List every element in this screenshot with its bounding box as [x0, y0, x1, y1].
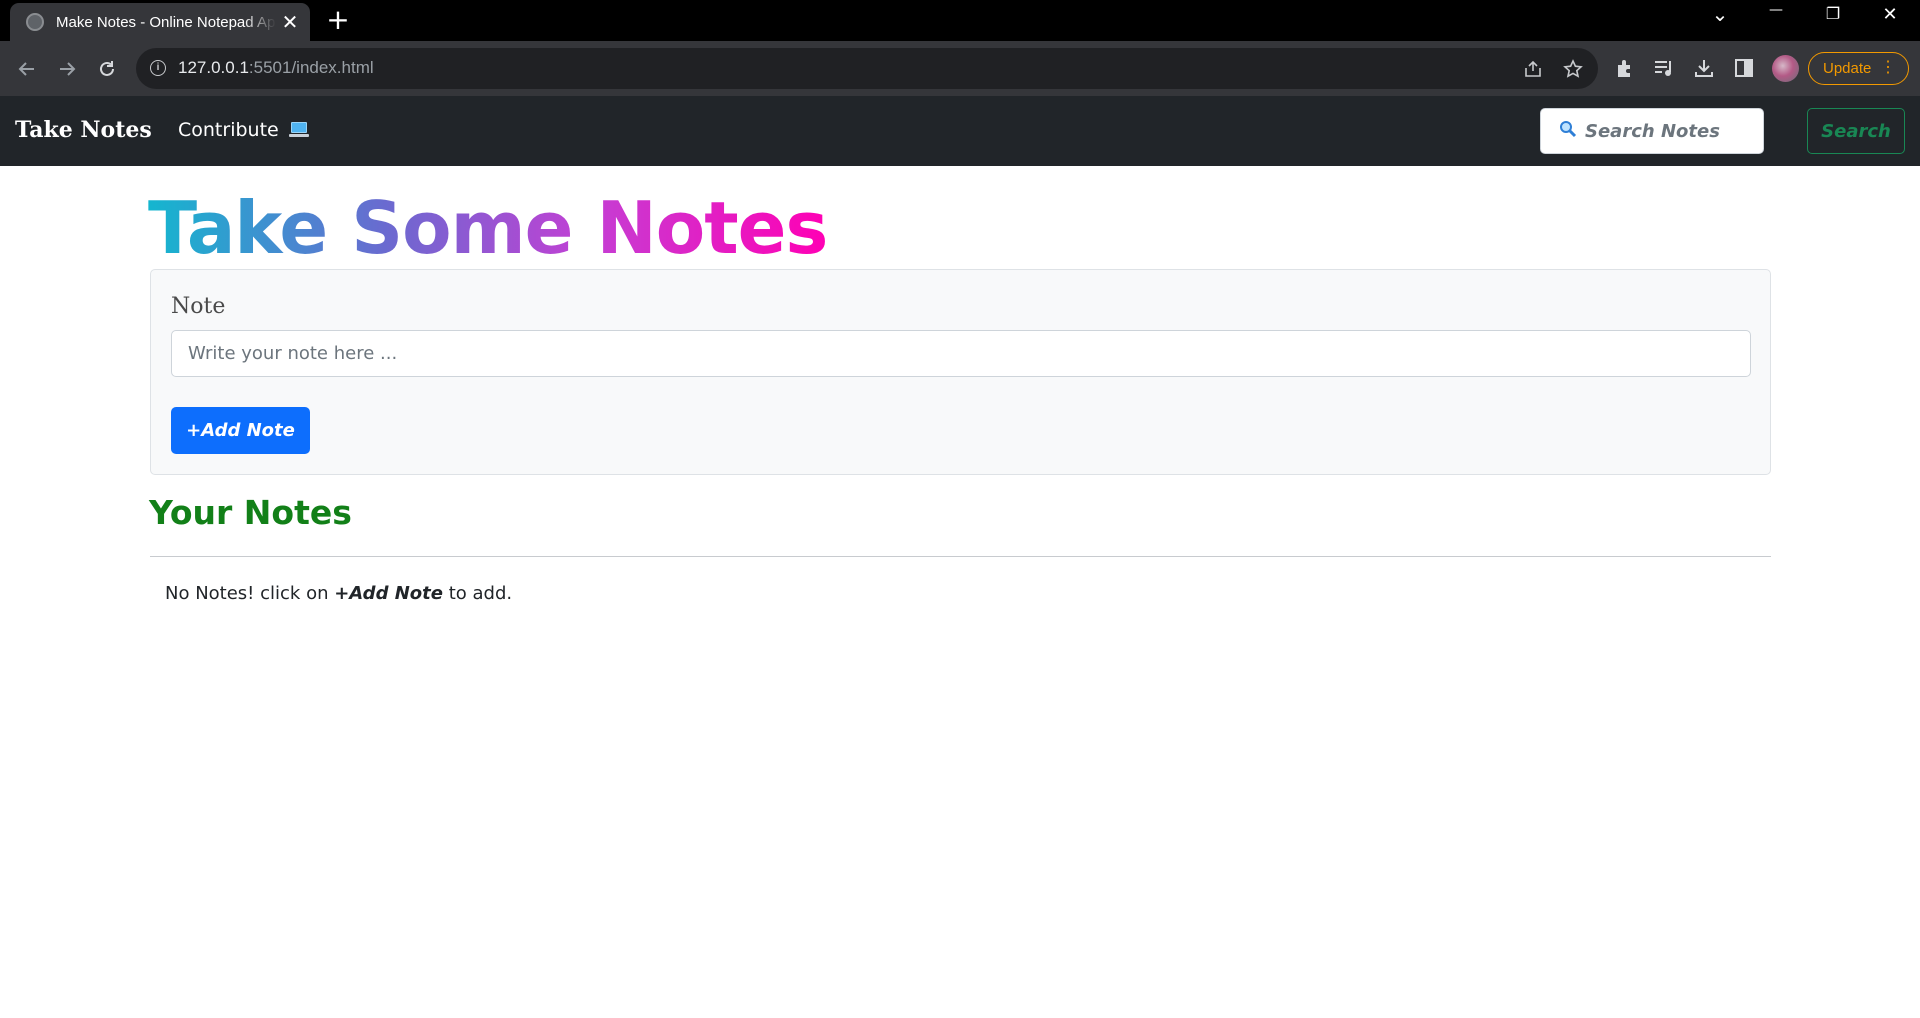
url-path: :5501/index.html [248, 58, 374, 77]
contribute-label: Contribute [178, 119, 279, 141]
profile-avatar[interactable] [1772, 55, 1799, 82]
add-note-card: Note +Add Note [150, 269, 1771, 475]
note-input[interactable] [171, 330, 1751, 377]
back-arrow-icon[interactable] [13, 55, 41, 83]
tab-close-icon[interactable]: ✕ [280, 12, 300, 32]
extensions-icon[interactable] [1612, 55, 1638, 81]
update-label: Update [1823, 60, 1872, 77]
brand-link[interactable]: Take Notes [15, 117, 152, 143]
nav-contribute-link[interactable]: Contribute [178, 119, 309, 141]
globe-icon [26, 13, 44, 31]
browser-tab[interactable]: Make Notes - Online Notepad App ✕ [10, 3, 310, 41]
laptop-icon [288, 122, 309, 138]
side-panel-icon[interactable] [1731, 55, 1757, 81]
divider [150, 556, 1771, 557]
media-icon[interactable] [1651, 55, 1677, 81]
search-field[interactable] [1540, 108, 1764, 154]
share-icon[interactable] [1522, 58, 1544, 80]
restore-icon[interactable]: ❐ [1813, 4, 1853, 23]
forward-arrow-icon[interactable] [53, 55, 81, 83]
tab-title: Make Notes - Online Notepad App [56, 13, 276, 31]
url-host: 127.0.0.1 [178, 58, 249, 77]
url-text[interactable]: 127.0.0.1:5501/index.html [178, 58, 374, 78]
empty-text-after: to add. [442, 583, 513, 604]
browser-tab-strip: Make Notes - Online Notepad App ✕ + ⌄ — … [0, 0, 1920, 41]
reload-icon[interactable] [93, 55, 121, 83]
search-icon [1559, 120, 1577, 143]
note-label: Note [171, 294, 226, 319]
new-tab-button[interactable]: + [324, 6, 352, 34]
download-icon[interactable] [1691, 55, 1717, 81]
window-close-icon[interactable]: ✕ [1870, 4, 1910, 25]
page-title: Take Some Notes [148, 186, 828, 270]
your-notes-heading: Your Notes [149, 493, 352, 532]
empty-notes-message: No Notes! click on +Add Note to add. [165, 583, 512, 604]
menu-dots-icon[interactable]: ⋮ [1880, 59, 1896, 77]
tab-search-icon[interactable]: ⌄ [1700, 2, 1740, 26]
search-input[interactable] [1585, 120, 1745, 142]
empty-text-before: No Notes! click on [165, 583, 335, 604]
minimize-icon[interactable]: — [1756, 2, 1796, 18]
site-navbar: Take Notes Contribute Search [0, 96, 1920, 166]
add-note-button[interactable]: +Add Note [171, 407, 310, 454]
update-button[interactable]: Update ⋮ [1808, 52, 1909, 85]
search-button[interactable]: Search [1807, 108, 1905, 154]
empty-text-bold: +Add Note [334, 583, 443, 604]
star-icon[interactable] [1562, 58, 1584, 80]
info-icon[interactable]: i [150, 60, 166, 76]
address-bar[interactable]: i 127.0.0.1:5501/index.html [136, 48, 1598, 89]
